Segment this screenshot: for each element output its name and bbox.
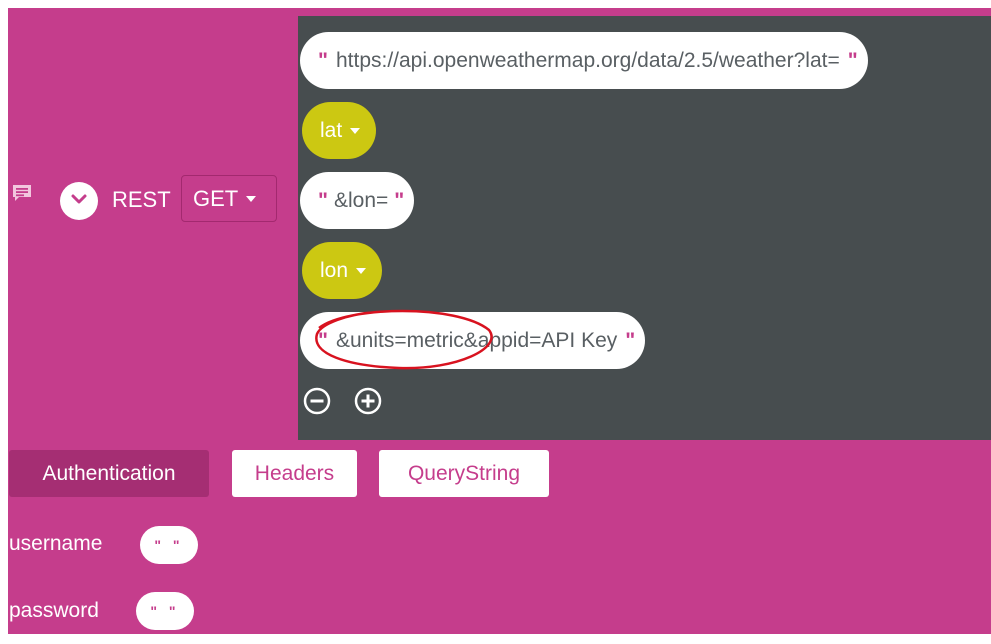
- method-dropdown[interactable]: GET: [181, 175, 277, 222]
- url-string-text: https://api.openweathermap.org/data/2.5/…: [335, 48, 840, 72]
- caret-down-icon: [350, 127, 361, 134]
- url-string-text: &lon=: [333, 188, 389, 212]
- password-label: password: [9, 599, 99, 622]
- quote-open: ": [318, 48, 328, 72]
- plus-circle-icon[interactable]: [354, 387, 382, 415]
- username-input[interactable]: " ": [140, 526, 198, 564]
- url-string-1[interactable]: " https://api.openweathermap.org/data/2.…: [300, 32, 868, 89]
- variable-lon[interactable]: lon: [302, 242, 383, 299]
- chevron-down-icon: [70, 190, 88, 213]
- frame-border: [0, 634, 991, 644]
- password-input[interactable]: " ": [136, 592, 194, 630]
- variable-label: lat: [320, 118, 343, 142]
- quote-close: ": [394, 188, 405, 212]
- variable-lat[interactable]: lat: [302, 102, 377, 159]
- collapse-button[interactable]: [60, 182, 98, 220]
- quote-close: ": [625, 328, 636, 352]
- annotation-ellipse: [315, 309, 493, 370]
- method-value: GET: [193, 185, 239, 211]
- comment-icon[interactable]: [12, 184, 32, 202]
- quote-open: ": [318, 188, 328, 212]
- caret-down-icon: [356, 267, 367, 274]
- minus-circle-icon[interactable]: [303, 387, 331, 415]
- tab-authentication[interactable]: Authentication: [9, 450, 209, 497]
- quote-close: ": [847, 48, 858, 72]
- caret-down-icon: [246, 195, 257, 202]
- variable-label: lon: [320, 258, 349, 282]
- url-string-2[interactable]: " &lon= ": [300, 172, 415, 229]
- username-label: username: [9, 532, 103, 555]
- tab-headers[interactable]: Headers: [232, 450, 357, 497]
- tab-querystring[interactable]: QueryString: [379, 450, 549, 497]
- rest-label: REST: [112, 187, 171, 212]
